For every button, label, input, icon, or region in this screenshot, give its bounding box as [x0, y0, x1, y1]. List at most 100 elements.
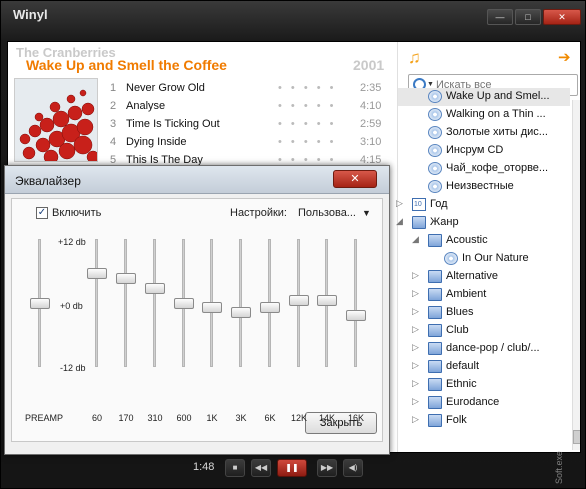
tree-item[interactable]: Неизвестные — [398, 178, 570, 196]
tree-item[interactable]: Инсрум CD — [398, 142, 570, 160]
folder-icon — [428, 378, 442, 391]
band-slider-knob[interactable] — [346, 309, 366, 321]
stop-button[interactable]: ■ — [225, 459, 245, 477]
tree-item[interactable]: Золотые хиты дис... — [398, 124, 570, 142]
next-button[interactable]: ▶▶ — [317, 459, 337, 477]
enable-checkbox[interactable]: ✓ — [36, 207, 48, 219]
tree-item[interactable]: ▷ Blues — [398, 304, 570, 322]
equalizer-title: Эквалайзер — [15, 174, 81, 188]
track-rating[interactable]: • • • • • — [278, 118, 336, 130]
tree-item-label: Ambient — [446, 288, 487, 300]
tree-item[interactable]: ◢ Acoustic — [398, 232, 570, 250]
tree-item-label: Wake Up and Smel... — [446, 90, 550, 102]
arrow-right-icon[interactable]: ➔ — [558, 48, 571, 66]
track-row[interactable]: 2 Analyse • • • • • 4:10 — [108, 98, 388, 116]
collapse-arrow-icon[interactable]: ◢ — [412, 234, 419, 245]
expand-arrow-icon[interactable]: ▷ — [412, 324, 419, 335]
band-slider-knob[interactable] — [231, 307, 251, 319]
equalizer-close-button[interactable]: ✕ — [333, 170, 377, 188]
db-min-label: -12 db — [60, 363, 86, 373]
band-slider-knob[interactable] — [202, 302, 222, 314]
expand-arrow-icon[interactable]: ▷ — [412, 288, 419, 299]
preamp-slider-knob[interactable] — [30, 297, 50, 309]
tree-item-label: Год — [430, 198, 448, 210]
tree-item[interactable]: Walking on a Thin ... — [398, 106, 570, 124]
band-label: 600 — [176, 413, 192, 423]
search-dropdown-icon[interactable]: ▼ — [427, 81, 434, 88]
tree-item[interactable]: ▷ Ambient — [398, 286, 570, 304]
tree-item[interactable]: In Our Nature — [398, 250, 570, 268]
volume-button[interactable]: ◀) — [343, 459, 363, 477]
previous-button[interactable]: ◀◀ — [251, 459, 271, 477]
tree-scrollbar[interactable] — [572, 100, 580, 450]
tree-item[interactable]: ▷ default — [398, 358, 570, 376]
band-label: 14K — [318, 413, 335, 423]
minimize-button[interactable]: — — [487, 9, 513, 25]
folder-icon — [428, 342, 442, 355]
tree-item[interactable]: ▷ Eurodance — [398, 394, 570, 412]
expand-arrow-icon[interactable]: ▷ — [412, 396, 419, 407]
band-slider-knob[interactable] — [87, 268, 107, 280]
expand-arrow-icon[interactable]: ▷ — [412, 360, 419, 371]
equalizer-dialog: Эквалайзер ✕ ✓ Включить Настройки: Польз… — [4, 165, 390, 455]
enable-label[interactable]: Включить — [52, 207, 101, 219]
folder-icon — [428, 288, 442, 301]
expand-arrow-icon[interactable]: ▷ — [412, 306, 419, 317]
tree-item[interactable]: ▷ dance-pop / club/... — [398, 340, 570, 358]
track-rating[interactable]: • • • • • — [278, 100, 336, 112]
tree-item[interactable]: ▷ Club — [398, 322, 570, 340]
tree-item-label: dance-pop / club/... — [446, 342, 540, 354]
collapse-arrow-icon[interactable]: ◢ — [396, 216, 403, 227]
tree-item[interactable]: ▷ Ethnic — [398, 376, 570, 394]
tree-item[interactable]: ◢ Жанр — [396, 214, 570, 232]
folder-icon — [428, 234, 442, 247]
equalizer-title-bar[interactable]: Эквалайзер ✕ — [5, 166, 389, 194]
band-slider-track[interactable] — [124, 239, 127, 367]
app-title: Winyl — [13, 7, 48, 22]
tree-item[interactable]: ▷ Год — [396, 196, 570, 214]
band-slider-track[interactable] — [354, 239, 357, 367]
pause-button[interactable]: ❚❚ — [277, 459, 307, 477]
folder-icon — [428, 324, 442, 337]
album-title[interactable]: Wake Up and Smell the Coffee — [26, 57, 227, 73]
title-bar[interactable]: Winyl — □ ✕ — [1, 1, 586, 35]
track-rating[interactable]: • • • • • — [278, 82, 336, 94]
tree-item-label: Золотые хиты дис... — [446, 126, 548, 138]
tree-item-label: Неизвестные — [446, 180, 514, 192]
band-slider-track[interactable] — [153, 239, 156, 367]
tree-item[interactable]: ▷ Folk — [398, 412, 570, 430]
band-label: 170 — [118, 413, 134, 423]
band-slider-knob[interactable] — [174, 297, 194, 309]
band-slider-knob[interactable] — [289, 295, 309, 307]
band-slider-track[interactable] — [95, 239, 98, 367]
band-slider-knob[interactable] — [145, 282, 165, 294]
music-note-icon[interactable]: ♫ — [408, 48, 421, 68]
band-slider-track[interactable] — [239, 239, 242, 367]
track-row[interactable]: 3 Time Is Ticking Out • • • • • 2:59 — [108, 116, 388, 134]
track-title: Never Grow Old — [126, 82, 205, 94]
close-button[interactable]: ✕ — [543, 9, 581, 25]
band-label: 16K — [347, 413, 364, 423]
track-number: 1 — [110, 82, 117, 94]
track-rating[interactable]: • • • • • — [278, 136, 336, 148]
maximize-button[interactable]: □ — [515, 9, 541, 25]
expand-arrow-icon[interactable]: ▷ — [412, 270, 419, 281]
tree-item[interactable]: Чай_кофе_оторве... — [398, 160, 570, 178]
calendar-icon — [412, 198, 426, 211]
expand-arrow-icon[interactable]: ▷ — [396, 198, 403, 209]
band-label: 6K — [264, 413, 276, 423]
expand-arrow-icon[interactable]: ▷ — [412, 414, 419, 425]
track-row[interactable]: 4 Dying Inside • • • • • 3:10 — [108, 134, 388, 152]
band-slider-knob[interactable] — [116, 273, 136, 285]
expand-arrow-icon[interactable]: ▷ — [412, 342, 419, 353]
tree-item-label: Walking on a Thin ... — [446, 108, 546, 120]
tree-item[interactable]: ▷ Alternative — [398, 268, 570, 286]
band-slider-knob[interactable] — [317, 295, 337, 307]
presets-dropdown[interactable]: Пользова... ▼ — [298, 207, 371, 219]
tree-item[interactable]: Wake Up and Smel... — [398, 88, 570, 106]
expand-arrow-icon[interactable]: ▷ — [412, 378, 419, 389]
band-slider-knob[interactable] — [260, 302, 280, 314]
equalizer-panel: ✓ Включить Настройки: Пользова... ▼ +12 d… — [11, 198, 383, 442]
track-duration: 2:35 — [360, 82, 382, 94]
track-row[interactable]: 1 Never Grow Old • • • • • 2:35 — [108, 80, 388, 98]
